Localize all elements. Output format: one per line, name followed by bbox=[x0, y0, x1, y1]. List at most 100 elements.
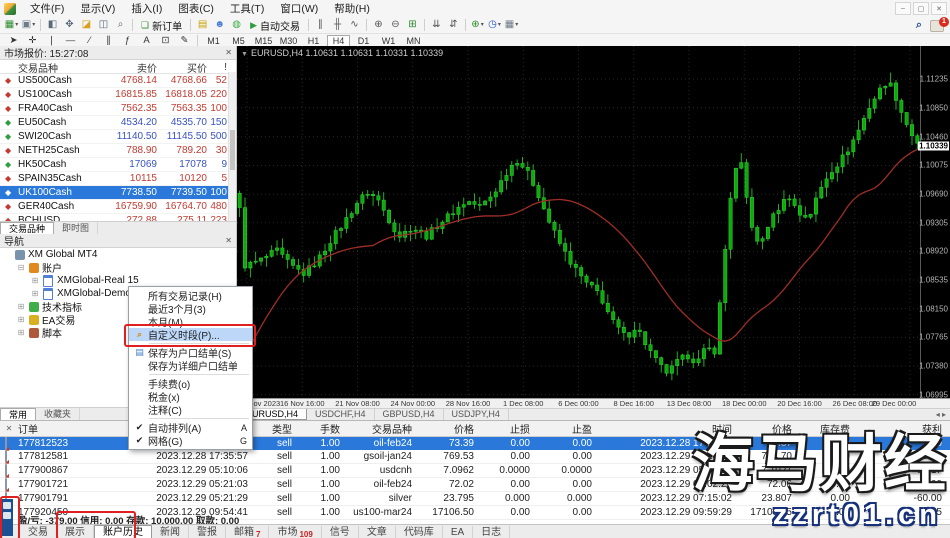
close-button[interactable]: ✕ bbox=[931, 2, 947, 15]
tree-expand-icon[interactable]: ⊞ bbox=[30, 276, 40, 285]
navigator-icon[interactable]: ◪ bbox=[78, 18, 95, 32]
data-window-icon[interactable]: ✥ bbox=[61, 18, 78, 32]
terminal-tab-EA[interactable]: EA bbox=[443, 526, 473, 538]
mql5-icon[interactable]: ◍ bbox=[228, 18, 245, 32]
navigator-close-icon[interactable]: ✕ bbox=[225, 236, 232, 245]
zoom-out-icon[interactable]: ⊖ bbox=[387, 18, 404, 32]
candlestick-chart[interactable] bbox=[237, 46, 920, 398]
chevron-down-icon[interactable]: ▼ bbox=[241, 51, 248, 58]
minimize-button[interactable]: – bbox=[895, 2, 911, 15]
timeframe-d1[interactable]: D1 bbox=[352, 35, 375, 47]
timeframe-m5[interactable]: M5 bbox=[227, 35, 250, 47]
terminal-tab-代码库[interactable]: 代码库 bbox=[396, 526, 443, 538]
market-watch-row[interactable]: ◆NETH25Cash788.90789.2030 bbox=[0, 144, 236, 158]
periods-icon[interactable]: ◷▾ bbox=[486, 18, 503, 32]
terminal-col-0[interactable]: 订单 bbox=[18, 421, 106, 436]
terminal-tab-日志[interactable]: 日志 bbox=[473, 526, 510, 538]
terminal-col-3[interactable]: 手数 bbox=[300, 421, 348, 436]
terminal-col-7[interactable]: 止盈 bbox=[538, 421, 600, 436]
sort-asc-icon[interactable]: ⇊ bbox=[428, 18, 445, 32]
market-watch-scrollbar[interactable] bbox=[228, 72, 236, 221]
terminal-col-6[interactable]: 止损 bbox=[482, 421, 538, 436]
menu-item-5[interactable]: 窗口(W) bbox=[272, 0, 326, 17]
tester-icon[interactable]: ⌕ bbox=[112, 18, 129, 32]
terminal-tab-邮箱[interactable]: 邮箱7 bbox=[226, 526, 269, 538]
menu-item-2[interactable]: 插入(I) bbox=[123, 0, 170, 17]
search-icon[interactable]: ⌕ bbox=[916, 19, 922, 32]
terminal-tab-警报[interactable]: 警报 bbox=[189, 526, 226, 538]
market-watch-row[interactable]: ◆US100Cash16815.8516818.05220 bbox=[0, 88, 236, 102]
autotrade-button[interactable]: ▶自动交易 bbox=[245, 18, 305, 32]
tree-expand-icon[interactable]: ⊞ bbox=[16, 328, 26, 337]
navigator-tab[interactable]: 收藏夹 bbox=[36, 408, 80, 420]
metaeditor-icon[interactable]: ▤ bbox=[194, 18, 211, 32]
new-chart-icon[interactable]: ▦▾ bbox=[3, 18, 20, 32]
indicators-icon[interactable]: ⊕▾ bbox=[469, 18, 486, 32]
terminal-icon[interactable]: ◫ bbox=[95, 18, 112, 32]
mw-col-bid[interactable]: 卖价 bbox=[96, 60, 160, 75]
mw-col-spread[interactable]: ! bbox=[210, 62, 230, 73]
timeframe-m15[interactable]: M15 bbox=[252, 35, 275, 47]
mw-col-ask[interactable]: 买价 bbox=[160, 60, 210, 75]
menu-item-6[interactable]: 帮助(H) bbox=[326, 0, 378, 17]
market-watch-row[interactable]: ◆US500Cash4768.144768.6652 bbox=[0, 74, 236, 88]
candlestick-icon[interactable]: ╫ bbox=[329, 18, 346, 32]
timeframe-h4[interactable]: H4 bbox=[327, 35, 350, 47]
terminal-close-icon[interactable]: ✕ bbox=[0, 424, 18, 433]
context-menu-item[interactable]: ✔网格(G)G bbox=[129, 434, 252, 447]
chart-tab[interactable]: GBPUSD,H4 bbox=[375, 409, 444, 420]
draw-tool-5[interactable]: ∥ bbox=[99, 35, 118, 46]
chart-tab-scroll-arrows[interactable]: ◂ ▸ bbox=[936, 409, 950, 420]
chart-window[interactable]: ▼EURUSD,H4 1.10631 1.10631 1.10331 1.103… bbox=[237, 46, 950, 420]
dropdown-arrow-icon[interactable]: ▾ bbox=[481, 18, 484, 32]
new-order-button[interactable]: ❏新订单 bbox=[136, 18, 187, 32]
market-watch-icon[interactable]: ◧ bbox=[44, 18, 61, 32]
market-watch-row[interactable]: ◆GER40Cash16759.9016764.70480 bbox=[0, 200, 236, 214]
dropdown-arrow-icon[interactable]: ▾ bbox=[498, 18, 501, 32]
dropdown-arrow-icon[interactable]: ▾ bbox=[32, 18, 35, 32]
timeframe-w1[interactable]: W1 bbox=[377, 35, 400, 47]
bar-chart-icon[interactable]: ∥ bbox=[312, 18, 329, 32]
mw-col-symbol[interactable]: 交易品种 bbox=[18, 60, 96, 75]
market-watch-close-icon[interactable]: ✕ bbox=[225, 48, 232, 57]
navigator-item[interactable]: XM Global MT4 bbox=[0, 248, 236, 261]
notifications-icon[interactable]: 1 bbox=[930, 20, 944, 32]
market-watch-row[interactable]: ◆UK100Cash7738.507739.50100 bbox=[0, 186, 236, 200]
line-chart-icon[interactable]: ∿ bbox=[346, 18, 363, 32]
sort-desc-icon[interactable]: ⇵ bbox=[445, 18, 462, 32]
draw-tool-8[interactable]: ⊡ bbox=[156, 35, 175, 46]
context-menu-item[interactable]: 保存为详细户口结单(D) bbox=[129, 359, 252, 372]
market-watch-row[interactable]: ◆SWI20Cash11140.5011145.50500 bbox=[0, 130, 236, 144]
timeframe-h1[interactable]: H1 bbox=[302, 35, 325, 47]
community-icon[interactable]: ☻ bbox=[211, 18, 228, 32]
restore-button[interactable]: ▢ bbox=[913, 2, 929, 15]
terminal-tab-信号[interactable]: 信号 bbox=[322, 526, 359, 538]
profiles-icon[interactable]: ▣▾ bbox=[20, 18, 37, 32]
dropdown-arrow-icon[interactable]: ▾ bbox=[15, 18, 18, 32]
timeframe-mn[interactable]: MN bbox=[402, 35, 425, 47]
terminal-tab-交易[interactable]: 交易 bbox=[20, 526, 57, 538]
dropdown-arrow-icon[interactable]: ▾ bbox=[515, 18, 518, 32]
draw-tool-9[interactable]: ✎ bbox=[175, 35, 194, 46]
menu-item-4[interactable]: 工具(T) bbox=[222, 0, 272, 17]
chart-tab[interactable]: USDCHF,H4 bbox=[307, 409, 375, 420]
market-watch-row[interactable]: ◆SPAIN35Cash10115101205 bbox=[0, 172, 236, 186]
templates-icon[interactable]: ▦▾ bbox=[503, 18, 520, 32]
tree-expand-icon[interactable]: ⊞ bbox=[30, 289, 40, 298]
market-watch-row[interactable]: ◆FRA40Cash7562.357563.35100 bbox=[0, 102, 236, 116]
chart-tab[interactable]: USDJPY,H4 bbox=[444, 409, 509, 420]
context-menu-item[interactable]: 注释(C) bbox=[129, 403, 252, 416]
navigator-item[interactable]: ⊟账户 bbox=[0, 261, 236, 274]
terminal-col-4[interactable]: 交易品种 bbox=[348, 421, 420, 436]
tree-expand-icon[interactable]: ⊞ bbox=[16, 315, 26, 324]
menu-item-0[interactable]: 文件(F) bbox=[22, 0, 72, 17]
market-watch-tab[interactable]: 即时图 bbox=[54, 222, 98, 234]
terminal-tab-文章[interactable]: 文章 bbox=[359, 526, 396, 538]
tree-expand-icon[interactable]: ⊞ bbox=[16, 302, 26, 311]
timeframe-m30[interactable]: M30 bbox=[277, 35, 300, 47]
timeframe-m1[interactable]: M1 bbox=[202, 35, 225, 47]
menu-item-3[interactable]: 图表(C) bbox=[170, 0, 222, 17]
zoom-in-icon[interactable]: ⊕ bbox=[370, 18, 387, 32]
terminal-tab-市场[interactable]: 市场109 bbox=[269, 526, 321, 538]
draw-tool-6[interactable]: ƒ bbox=[118, 35, 137, 46]
